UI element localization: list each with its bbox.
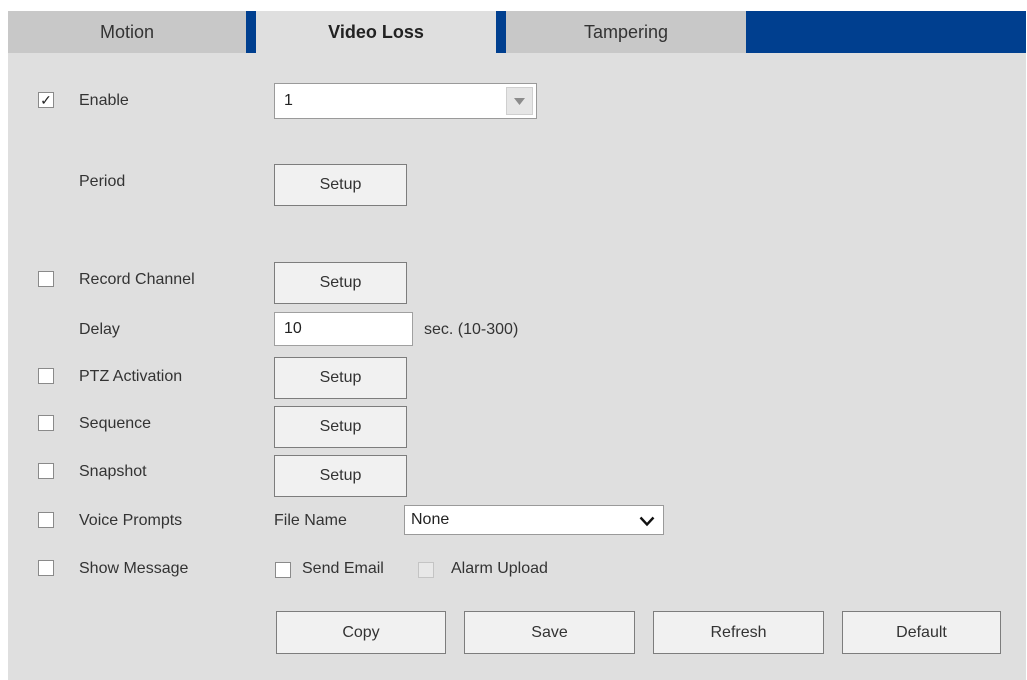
alarm-upload-label: Alarm Upload <box>451 560 548 577</box>
sequence-label: Sequence <box>79 415 152 432</box>
send-email-label: Send Email <box>302 560 384 577</box>
period-setup-button[interactable]: Setup <box>274 164 407 206</box>
refresh-button[interactable]: Refresh <box>653 611 824 654</box>
ptz-activation-label: PTZ Activation <box>79 368 183 385</box>
channel-select-value: 1 <box>284 92 293 109</box>
alarm-upload-checkbox[interactable] <box>418 562 434 578</box>
enable-checkbox[interactable]: ✓ <box>38 92 54 108</box>
snapshot-setup-button[interactable]: Setup <box>274 455 407 497</box>
default-button[interactable]: Default <box>842 611 1001 654</box>
file-name-label: File Name <box>274 512 347 529</box>
record-channel-checkbox[interactable] <box>38 271 54 287</box>
record-channel-label: Record Channel <box>79 271 195 288</box>
enable-label: Enable <box>79 92 129 109</box>
sequence-checkbox[interactable] <box>38 415 54 431</box>
show-message-label: Show Message <box>79 560 189 577</box>
channel-select[interactable]: 1 <box>274 83 537 119</box>
show-message-checkbox[interactable] <box>38 560 54 576</box>
tab-tampering[interactable]: Tampering <box>506 11 746 53</box>
period-label: Period <box>79 173 126 190</box>
tab-video-loss[interactable]: Video Loss <box>256 11 496 53</box>
chevron-down-icon[interactable] <box>639 514 655 532</box>
copy-button[interactable]: Copy <box>276 611 446 654</box>
delay-unit-label: sec. (10-300) <box>424 321 519 338</box>
delay-label: Delay <box>79 321 120 338</box>
file-name-select[interactable]: None <box>404 505 664 535</box>
dropdown-arrow-icon[interactable] <box>506 87 533 115</box>
save-button[interactable]: Save <box>464 611 635 654</box>
snapshot-checkbox[interactable] <box>38 463 54 479</box>
sequence-setup-button[interactable]: Setup <box>274 406 407 448</box>
ptz-activation-checkbox[interactable] <box>38 368 54 384</box>
file-name-select-value: None <box>411 511 450 528</box>
ptz-activation-setup-button[interactable]: Setup <box>274 357 407 399</box>
delay-input[interactable]: 10 <box>274 312 413 346</box>
voice-prompts-checkbox[interactable] <box>38 512 54 528</box>
record-channel-setup-button[interactable]: Setup <box>274 262 407 304</box>
snapshot-label: Snapshot <box>79 463 147 480</box>
tab-bar: Motion Video Loss Tampering <box>8 11 1026 53</box>
send-email-checkbox[interactable] <box>275 562 291 578</box>
tab-motion[interactable]: Motion <box>8 11 246 53</box>
voice-prompts-label: Voice Prompts <box>79 512 183 529</box>
